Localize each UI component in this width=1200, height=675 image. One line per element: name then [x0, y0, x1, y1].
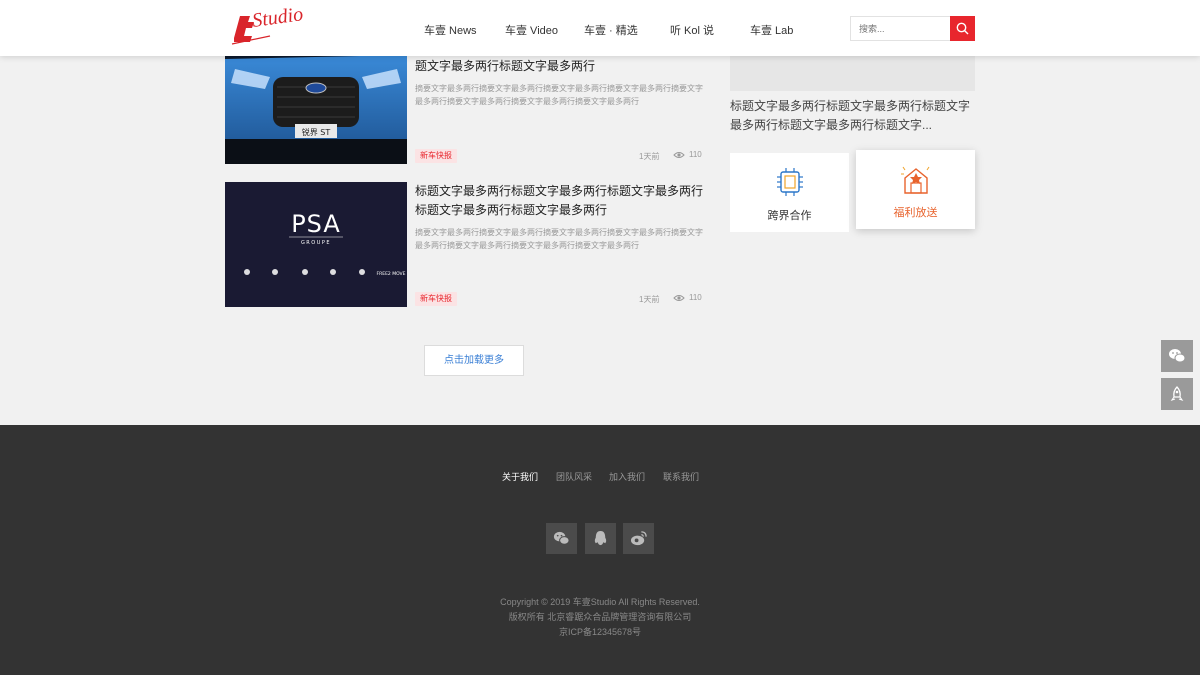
icp-text: 京ICP备12345678号	[558, 627, 642, 637]
article-views: 110	[673, 293, 702, 302]
company-text: 版权所有 北京睿踞众合品牌管理咨询有限公司	[508, 612, 692, 622]
card-label: 福利放送	[893, 207, 938, 219]
chip-icon	[777, 168, 803, 196]
nav-kol[interactable]: 听 Kol 说	[670, 22, 714, 38]
article-views-count: 110	[689, 150, 702, 159]
article-item[interactable]: PSA GROUPE FREE2 MOVE 标题文字最多两行标题文字最多两行标题…	[225, 182, 705, 307]
float-back-to-top-button[interactable]	[1161, 378, 1193, 410]
load-more-button[interactable]: 点击加载更多	[424, 345, 524, 376]
sidebar-image-placeholder[interactable]	[730, 56, 975, 91]
nav-featured[interactable]: 车壹 · 精选	[584, 22, 638, 38]
article-summary: 摘要文字最多两行摘要文字最多两行摘要文字最多两行摘要文字最多两行摘要文字最多两行…	[415, 84, 703, 106]
footer-qq-button[interactable]	[585, 523, 616, 554]
footer-link-contact[interactable]: 联系我们	[663, 470, 699, 483]
article-title[interactable]: 题文字最多两行标题文字最多两行	[415, 57, 707, 76]
article-time: 1天前	[639, 295, 660, 304]
wechat-icon	[553, 531, 570, 545]
license-plate: 锐界 ST	[302, 127, 331, 137]
card-benefits[interactable]: 福利放送	[856, 150, 975, 229]
search-icon	[956, 22, 969, 35]
nav-news[interactable]: 车壹 News	[424, 22, 477, 38]
card-crossover-cooperation[interactable]: 跨界合作	[730, 153, 849, 232]
footer-weibo-button[interactable]	[623, 523, 654, 554]
site-footer: 关于我们 团队风采 加入我们 联系我们 Copyright © 2019 车壹S…	[0, 425, 1200, 675]
free2move-logo: FREE2 MOVE	[377, 271, 406, 277]
psa-logo-text: PSA	[291, 210, 341, 238]
footer-link-team[interactable]: 团队风采	[556, 470, 592, 483]
article-thumbnail-psa[interactable]: PSA GROUPE FREE2 MOVE	[225, 182, 407, 307]
search-input[interactable]	[850, 16, 950, 41]
article-title[interactable]: 标题文字最多两行标题文字最多两行标题文字最多两行标题文字最多两行标题文字最多两行	[415, 182, 707, 220]
article-views-count: 110	[689, 293, 702, 302]
eye-icon	[673, 294, 685, 301]
sidebar-article-title[interactable]: 标题文字最多两行标题文字最多两行标题文字最多两行标题文字最多两行标题文字...	[730, 97, 975, 135]
wechat-icon	[1169, 349, 1186, 363]
float-wechat-button[interactable]	[1161, 340, 1193, 372]
article-views: 110	[673, 150, 702, 159]
article-time: 1天前	[639, 152, 660, 161]
article-item[interactable]: 锐界 ST 题文字最多两行标题文字最多两行 摘要文字最多两行摘要文字最多两行摘要…	[225, 39, 705, 164]
card-label: 跨界合作	[767, 210, 812, 222]
weibo-icon	[630, 531, 647, 546]
article-thumbnail-suv[interactable]: 锐界 ST	[225, 39, 407, 164]
rocket-icon	[1170, 386, 1184, 402]
site-header: Studio 车壹 News 车壹 Video 车壹 · 精选 听 Kol 说 …	[0, 0, 1200, 56]
copyright-text: Copyright © 2019 车壹Studio All Rights Res…	[500, 597, 700, 607]
nav-lab[interactable]: 车壹 Lab	[750, 22, 793, 38]
eye-icon	[673, 151, 685, 158]
search-button[interactable]	[950, 16, 975, 41]
qq-icon	[594, 530, 607, 546]
nav-video[interactable]: 车壹 Video	[505, 22, 558, 38]
footer-link-join[interactable]: 加入我们	[609, 470, 645, 483]
article-tag[interactable]: 新车快报	[415, 149, 457, 163]
article-summary: 摘要文字最多两行摘要文字最多两行摘要文字最多两行摘要文字最多两行摘要文字最多两行…	[415, 228, 703, 250]
footer-link-about[interactable]: 关于我们	[502, 470, 538, 483]
gift-house-icon	[901, 166, 930, 194]
article-tag[interactable]: 新车快报	[415, 292, 457, 306]
psa-groupe-text: GROUPE	[301, 240, 331, 246]
footer-wechat-button[interactable]	[546, 523, 577, 554]
